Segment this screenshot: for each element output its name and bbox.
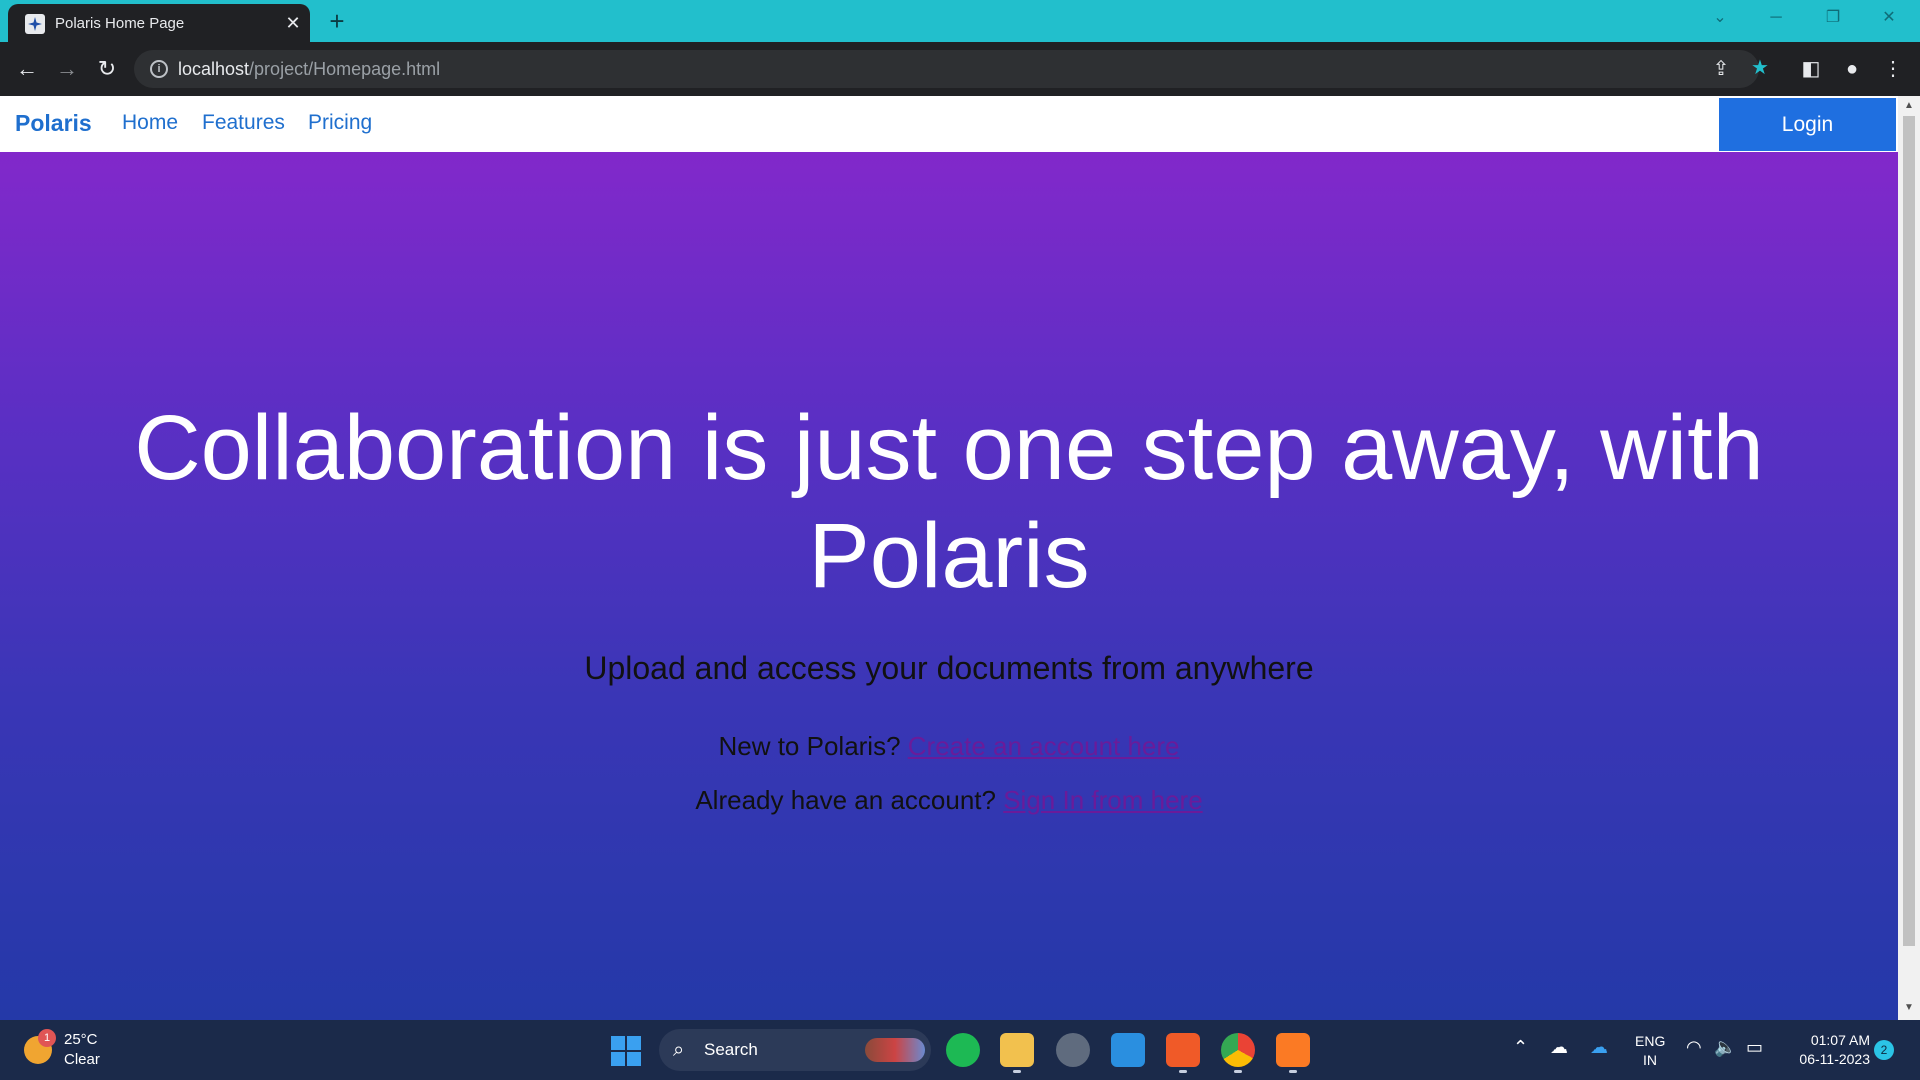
new-tab-button[interactable]: +: [322, 6, 352, 36]
onedrive-cloud-icon[interactable]: ☁: [1590, 1037, 1608, 1058]
signin-prompt: Already have an account?: [695, 785, 996, 815]
spotify-icon[interactable]: [946, 1033, 980, 1067]
chrome-icon[interactable]: [1221, 1033, 1255, 1067]
brand-logo[interactable]: Polaris: [15, 110, 92, 137]
reload-icon[interactable]: ↻: [91, 53, 123, 85]
file-explorer-running-indicator: [1013, 1070, 1021, 1073]
weather-temperature[interactable]: 25°C: [64, 1031, 98, 1048]
search-highlight-icon: [865, 1038, 925, 1062]
browser-titlebar: Polaris Home Page ✕ + ⌄ ─ ❐ ✕: [0, 0, 1920, 42]
language-indicator[interactable]: ENG IN: [1635, 1032, 1665, 1070]
url-host: localhost: [178, 59, 250, 79]
menu-kebab-icon[interactable]: ⋮: [1879, 55, 1907, 83]
restore-icon[interactable]: ❐: [1810, 0, 1856, 36]
battery-icon[interactable]: ▭: [1746, 1037, 1763, 1058]
polaris-favicon-icon: [25, 14, 45, 34]
tab-search-chevron-icon[interactable]: ⌄: [1697, 0, 1743, 36]
weather-description[interactable]: Clear: [64, 1051, 100, 1068]
sign-in-link[interactable]: Sign In from here: [1003, 785, 1202, 815]
address-bar[interactable]: i localhost/project/Homepage.html ⇪ ★: [134, 50, 1769, 88]
settings-icon[interactable]: [1056, 1033, 1090, 1067]
scrollbar-thumb[interactable]: [1903, 116, 1915, 946]
page-viewport: Polaris Home Features Pricing Login Coll…: [0, 96, 1898, 1020]
tab-title: Polaris Home Page: [55, 15, 185, 32]
chrome-running-indicator: [1234, 1070, 1242, 1073]
clock[interactable]: 01:07 AM 06-11-2023: [1782, 1031, 1870, 1069]
site-navbar: Polaris Home Features Pricing Login: [0, 96, 1898, 152]
notification-badge[interactable]: 2: [1874, 1040, 1894, 1060]
site-info-icon[interactable]: i: [150, 60, 168, 78]
scroll-down-icon[interactable]: ▼: [1903, 1002, 1915, 1014]
forward-icon[interactable]: →: [51, 53, 83, 85]
clock-time: 01:07 AM: [1810, 1032, 1870, 1048]
language-code: ENG: [1635, 1033, 1666, 1049]
signup-line: New to Polaris? Create an account here: [0, 731, 1898, 762]
xampp-running-indicator: [1289, 1070, 1297, 1073]
mail-icon[interactable]: [1111, 1033, 1145, 1067]
browser-tab[interactable]: Polaris Home Page ✕: [8, 4, 310, 42]
brave-browser-icon[interactable]: [1166, 1033, 1200, 1067]
bookmark-star-icon[interactable]: ★: [1746, 54, 1774, 82]
nav-link-pricing[interactable]: Pricing: [308, 111, 372, 135]
back-icon[interactable]: ←: [11, 53, 43, 85]
side-panel-icon[interactable]: ◧: [1797, 55, 1825, 83]
create-account-link[interactable]: Create an account here: [908, 731, 1180, 761]
scroll-up-icon[interactable]: ▲: [1903, 100, 1915, 112]
taskbar: 1 25°C Clear ⌕ Search ⌃ ☁ ☁ ENG IN ◠ 🔈 ▭…: [0, 1020, 1920, 1080]
volume-icon[interactable]: 🔈: [1714, 1037, 1736, 1058]
login-button[interactable]: Login: [1719, 98, 1896, 151]
minimize-icon[interactable]: ─: [1753, 0, 1799, 36]
search-label: Search: [704, 1040, 758, 1059]
nav-link-features[interactable]: Features: [202, 111, 285, 135]
profile-icon[interactable]: ●: [1838, 55, 1866, 83]
clock-date: 06-11-2023: [1799, 1051, 1870, 1067]
wifi-icon[interactable]: ◠: [1686, 1037, 1702, 1058]
tab-close-icon[interactable]: ✕: [282, 12, 304, 34]
nav-link-home[interactable]: Home: [122, 111, 178, 135]
close-window-icon[interactable]: ✕: [1866, 0, 1912, 36]
search-icon: ⌕: [673, 1039, 685, 1061]
browser-toolbar: ← → ↻ i localhost/project/Homepage.html …: [0, 42, 1920, 96]
signup-prompt: New to Polaris?: [718, 731, 901, 761]
hero-title: Collaboration is just one step away, wit…: [134, 397, 1764, 607]
share-icon[interactable]: ⇪: [1707, 55, 1735, 83]
region-code: IN: [1643, 1052, 1657, 1068]
page-scrollbar[interactable]: ▲ ▼: [1898, 96, 1920, 1020]
signin-line: Already have an account? Sign In from he…: [0, 785, 1898, 816]
url-text[interactable]: localhost/project/Homepage.html: [178, 59, 440, 80]
url-path: /project/Homepage.html: [249, 59, 441, 79]
windows-start-icon[interactable]: [611, 1036, 641, 1066]
weather-badge: 1: [38, 1029, 56, 1047]
brave-running-indicator: [1179, 1070, 1187, 1073]
onedrive-personal-cloud-icon[interactable]: ☁: [1550, 1037, 1568, 1058]
taskbar-search[interactable]: ⌕ Search: [659, 1029, 931, 1071]
xampp-icon[interactable]: [1276, 1033, 1310, 1067]
hero-subtitle: Upload and access your documents from an…: [584, 650, 1314, 686]
file-explorer-icon[interactable]: [1000, 1033, 1034, 1067]
tray-overflow-chevron-icon[interactable]: ⌃: [1513, 1037, 1528, 1058]
